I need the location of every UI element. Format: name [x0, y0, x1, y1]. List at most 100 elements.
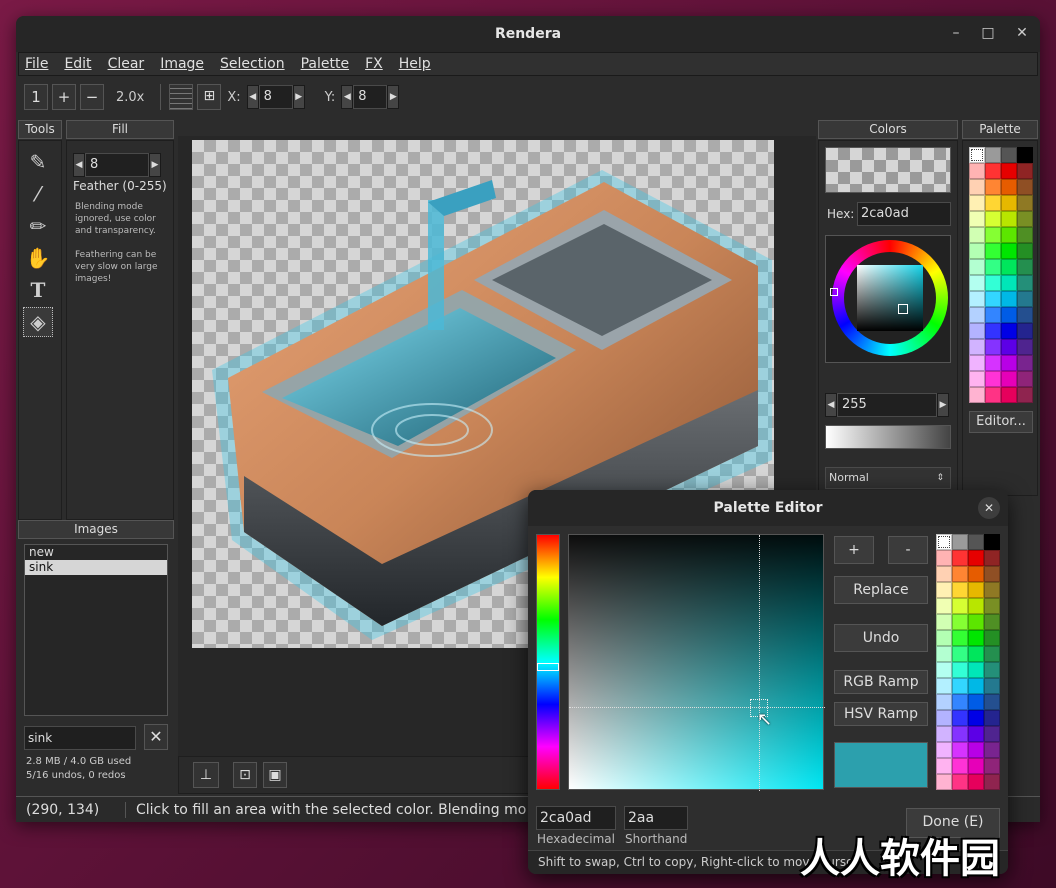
palette-swatch[interactable] [1017, 227, 1033, 243]
alpha-slider[interactable] [825, 425, 951, 449]
palette-swatch[interactable] [1001, 195, 1017, 211]
crop-icon[interactable]: ⊡ [233, 762, 257, 788]
palette-swatch[interactable] [968, 774, 984, 790]
increment-icon[interactable]: ▶ [387, 85, 400, 109]
palette-swatch[interactable] [1017, 195, 1033, 211]
palette-swatch[interactable] [968, 646, 984, 662]
palette-swatch[interactable] [1017, 323, 1033, 339]
stamp-icon[interactable]: ⊥ [193, 762, 219, 788]
image-name-field[interactable]: sink [24, 726, 136, 750]
paintbrush-icon[interactable]: ✎ [23, 147, 53, 177]
palette-swatch[interactable] [984, 550, 1000, 566]
close-icon[interactable]: ✕ [1012, 23, 1032, 43]
pencil-icon[interactable]: ✏ [23, 211, 53, 241]
list-item[interactable]: new [25, 545, 167, 560]
palette-swatch[interactable] [936, 646, 952, 662]
menu-edit[interactable]: Edit [64, 56, 91, 72]
replace-button[interactable]: Replace [834, 576, 928, 604]
palette-swatch[interactable] [984, 534, 1000, 550]
grid-x-spinner[interactable]: ◀ 8 ▶ [246, 85, 305, 109]
palette-swatch[interactable] [952, 566, 968, 582]
palette-swatch[interactable] [1001, 355, 1017, 371]
decrement-icon[interactable]: ◀ [73, 153, 85, 177]
decrement-icon[interactable]: ◀ [825, 393, 837, 417]
color-wheel-box[interactable] [825, 235, 951, 363]
palette-swatch[interactable] [969, 323, 985, 339]
palette-swatch[interactable] [969, 195, 985, 211]
palette-swatch[interactable] [1017, 243, 1033, 259]
zoom-in-button[interactable]: + [52, 84, 76, 110]
palette-swatch[interactable] [969, 147, 985, 163]
palette-swatch[interactable] [936, 614, 952, 630]
rgb-ramp-button[interactable]: RGB Ramp [834, 670, 928, 694]
menu-palette[interactable]: Palette [301, 56, 350, 72]
palette-swatch[interactable] [936, 710, 952, 726]
palette-swatch[interactable] [969, 211, 985, 227]
palette-swatch[interactable] [969, 307, 985, 323]
palette-swatch[interactable] [968, 630, 984, 646]
palette-swatch[interactable] [1017, 291, 1033, 307]
palette-swatch[interactable] [984, 614, 1000, 630]
palette-swatch[interactable] [984, 566, 1000, 582]
palette-swatch[interactable] [936, 582, 952, 598]
palette-swatch[interactable] [952, 646, 968, 662]
palette-swatch[interactable] [1001, 163, 1017, 179]
hue-cursor[interactable] [830, 288, 838, 296]
image-list[interactable]: new sink [24, 544, 168, 716]
menu-image[interactable]: Image [160, 56, 204, 72]
decrement-icon[interactable]: ◀ [246, 85, 259, 109]
palette-swatch[interactable] [969, 371, 985, 387]
palette-swatch[interactable] [984, 646, 1000, 662]
text-icon[interactable]: T [23, 275, 53, 305]
palette-swatch[interactable] [985, 371, 1001, 387]
palette-swatch[interactable] [969, 259, 985, 275]
palette-swatch[interactable] [1001, 259, 1017, 275]
palette-swatch[interactable] [985, 275, 1001, 291]
palette-swatch[interactable] [969, 291, 985, 307]
color-picker-area[interactable]: ↖ [568, 534, 825, 791]
palette-swatch[interactable] [1001, 211, 1017, 227]
palette-swatch[interactable] [936, 678, 952, 694]
increment-icon[interactable]: ▶ [937, 393, 949, 417]
palette-swatch[interactable] [952, 726, 968, 742]
palette-swatch[interactable] [984, 710, 1000, 726]
palette-swatch[interactable] [969, 355, 985, 371]
maximize-icon[interactable]: □ [978, 23, 998, 43]
menu-help[interactable]: Help [399, 56, 431, 72]
palette-swatch[interactable] [985, 211, 1001, 227]
palette-swatch[interactable] [1001, 291, 1017, 307]
palette-swatch[interactable] [985, 259, 1001, 275]
add-color-button[interactable]: + [834, 536, 874, 564]
palette-swatch[interactable] [968, 582, 984, 598]
palette-swatch[interactable] [1001, 387, 1017, 403]
palette-swatch[interactable] [952, 678, 968, 694]
palette-swatch[interactable] [1017, 259, 1033, 275]
palette-swatch[interactable] [936, 774, 952, 790]
palette-swatch[interactable] [969, 387, 985, 403]
alpha-field[interactable]: 255 [837, 393, 937, 417]
undo-button[interactable]: Undo [834, 624, 928, 652]
dialog-close-icon[interactable]: ✕ [978, 497, 1000, 519]
palette-swatch[interactable] [969, 275, 985, 291]
palette-swatch[interactable] [985, 147, 1001, 163]
palette-swatch[interactable] [952, 614, 968, 630]
close-image-icon[interactable]: ✕ [144, 724, 168, 750]
menu-clear[interactable]: Clear [108, 56, 145, 72]
palette-swatch[interactable] [985, 195, 1001, 211]
palette-swatch[interactable] [985, 243, 1001, 259]
palette-swatch[interactable] [984, 678, 1000, 694]
palette-swatch[interactable] [952, 534, 968, 550]
palette-swatch[interactable] [952, 582, 968, 598]
palette-swatch[interactable] [1017, 179, 1033, 195]
palette-swatch[interactable] [1001, 147, 1017, 163]
palette-swatch[interactable] [968, 598, 984, 614]
palette-swatch[interactable] [1017, 339, 1033, 355]
hue-slider[interactable] [536, 534, 560, 790]
palette-swatch[interactable] [968, 534, 984, 550]
palette-swatch[interactable] [969, 227, 985, 243]
palette-swatch[interactable] [1001, 371, 1017, 387]
palette-swatch[interactable] [936, 534, 952, 550]
palette-swatch[interactable] [1001, 227, 1017, 243]
palette-swatch[interactable] [984, 598, 1000, 614]
grid-snap-icon[interactable]: ⊞ [197, 84, 222, 110]
